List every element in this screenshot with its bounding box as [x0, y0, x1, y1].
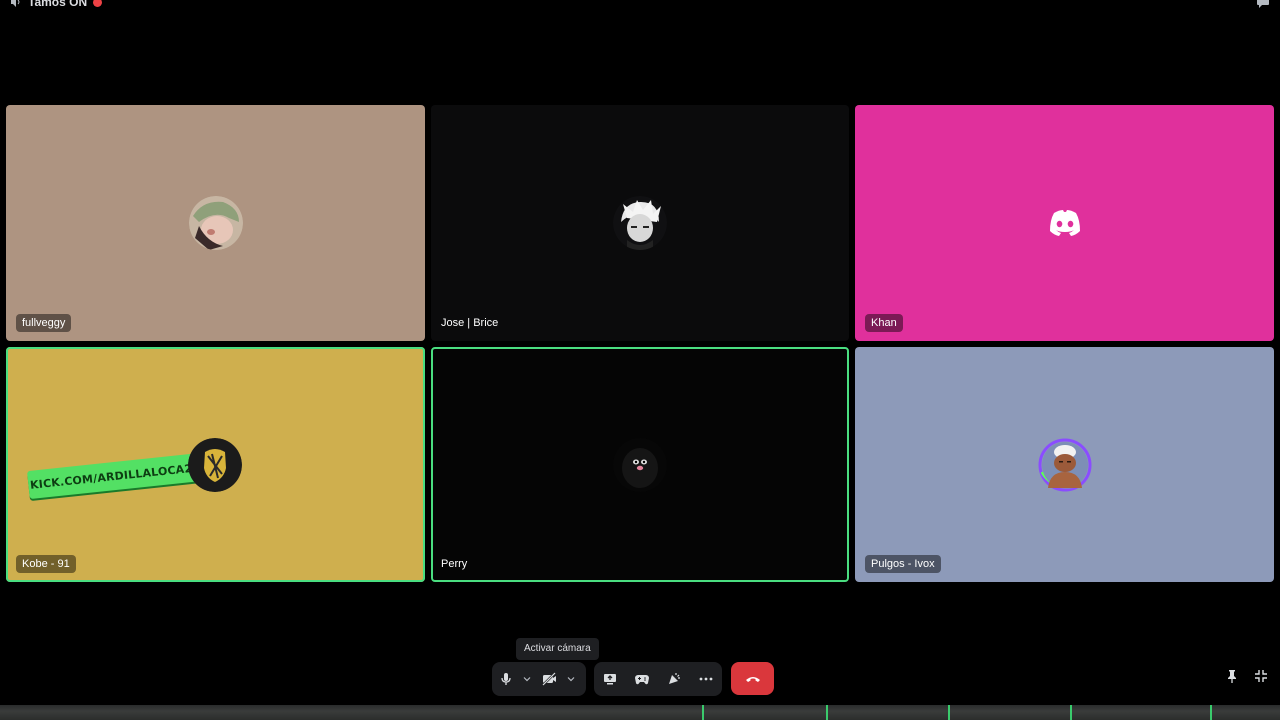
discord-logo-icon [1038, 196, 1092, 250]
decor-line [1070, 705, 1072, 720]
decor-line [948, 705, 950, 720]
camera-off-icon [541, 672, 557, 686]
avatar [188, 437, 242, 492]
participant-name: fullveggy [16, 314, 72, 332]
mic-options-button[interactable] [520, 662, 534, 696]
participant-tile-khan[interactable]: Khan [855, 105, 1274, 341]
chevron-down-icon [567, 675, 575, 683]
top-bar: Tamos ON [0, 0, 1280, 12]
background-strip [0, 705, 1280, 720]
microphone-icon [499, 672, 513, 686]
kick-banner: KICK.COM/ARDILLALOCA24 [27, 452, 203, 500]
pin-icon [1226, 669, 1238, 688]
camera-button[interactable] [534, 662, 564, 696]
participant-name: Perry [441, 558, 468, 570]
mic-camera-group [492, 662, 586, 696]
channel-name: Tamos ON [28, 0, 88, 9]
chat-bubble-icon[interactable] [1256, 0, 1270, 9]
participant-name: Kobe - 91 [16, 555, 76, 573]
activity-group [594, 662, 722, 696]
activity-button[interactable] [626, 662, 658, 696]
collapse-icon [1254, 669, 1268, 688]
participant-tile-kobe-91[interactable]: KICK.COM/ARDILLALOCA24 Kobe - 91 [6, 347, 425, 582]
speaker-icon [10, 0, 22, 8]
avatar [188, 196, 243, 250]
chevron-down-icon [523, 675, 531, 683]
more-options-button[interactable] [690, 662, 722, 696]
participant-tile-pulgos-ivox[interactable]: Pulgos - Ivox [855, 347, 1274, 582]
participant-name: Jose | Brice [441, 317, 499, 329]
gamepad-icon [635, 673, 649, 685]
screen-share-button[interactable] [594, 662, 626, 696]
avatar [613, 196, 667, 250]
disconnect-button[interactable] [731, 662, 774, 695]
participant-tile-fullveggy[interactable]: fullveggy [6, 105, 425, 341]
screen-share-icon [603, 672, 617, 686]
decor-line [826, 705, 828, 720]
microphone-button[interactable] [492, 662, 520, 696]
kick-banner-text: KICK.COM/ARDILLALOCA24 [29, 460, 201, 492]
avatar [613, 437, 667, 492]
collapse-button[interactable] [1253, 669, 1269, 688]
camera-tooltip: Activar cámara [516, 638, 599, 660]
call-controls [492, 662, 722, 696]
decor-line [1210, 705, 1212, 720]
soundboard-icon [667, 672, 681, 686]
participant-tile-perry[interactable]: Perry [431, 347, 849, 582]
more-icon [699, 677, 713, 681]
avatar [1038, 438, 1092, 492]
participant-tile-jose-brice[interactable]: Jose | Brice [431, 105, 849, 341]
participant-name: Pulgos - Ivox [865, 555, 941, 573]
soundboard-button[interactable] [658, 662, 690, 696]
camera-options-button[interactable] [564, 662, 578, 696]
live-indicator-icon [93, 0, 103, 7]
voice-channel-header[interactable]: Tamos ON [10, 0, 103, 9]
pin-button[interactable] [1224, 669, 1240, 688]
phone-hangup-icon [745, 670, 761, 688]
decor-line [702, 705, 704, 720]
participant-name: Khan [865, 314, 903, 332]
